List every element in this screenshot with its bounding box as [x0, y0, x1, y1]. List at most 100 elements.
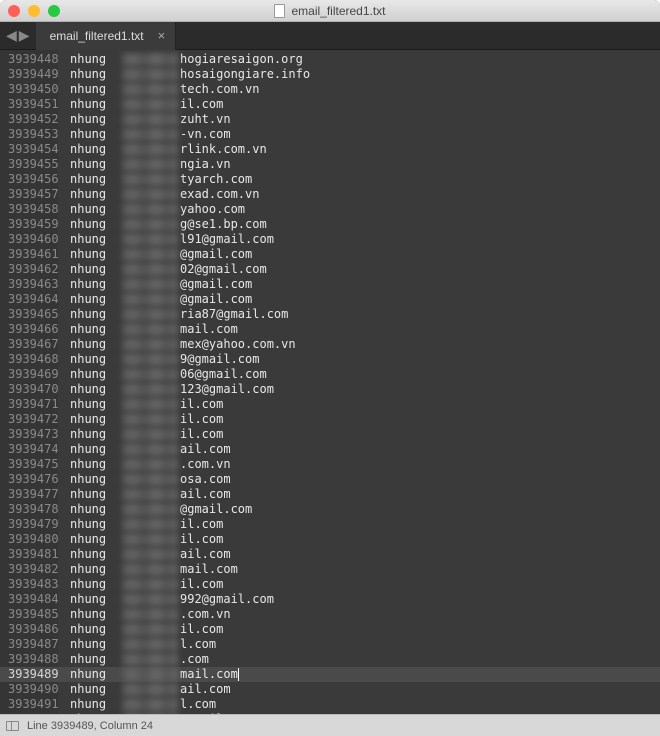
line-col3: .com.vn [178, 457, 231, 472]
line-number: 3939484 [0, 592, 58, 607]
line-number: 3939460 [0, 232, 58, 247]
redacted-segment [122, 653, 178, 666]
line-number: 3939448 [0, 52, 58, 67]
editor-line[interactable]: 3939450nhungtech.com.vn [0, 82, 660, 97]
editor-line[interactable]: 3939476nhungosa.com [0, 472, 660, 487]
editor-line[interactable]: 3939475nhung.com.vn [0, 457, 660, 472]
nav-back-icon[interactable]: ◀ [6, 27, 17, 44]
editor-line[interactable]: 3939455nhungngia.vn [0, 157, 660, 172]
editor-line[interactable]: 3939468nhung9@gmail.com [0, 352, 660, 367]
line-number: 3939468 [0, 352, 58, 367]
editor-lines[interactable]: 3939448nhunghogiaresaigon.org3939449nhun… [0, 50, 660, 714]
editor-line[interactable]: 3939491nhungl.com [0, 697, 660, 712]
line-number: 3939482 [0, 562, 58, 577]
editor-line[interactable]: 3939452nhungzuht.vn [0, 112, 660, 127]
editor-line[interactable]: 3939466nhungmail.com [0, 322, 660, 337]
editor-line[interactable]: 3939472nhungil.com [0, 412, 660, 427]
editor-line[interactable]: 3939469nhung06@gmail.com [0, 367, 660, 382]
editor-line[interactable]: 3939449nhunghosaigongiare.info [0, 67, 660, 82]
line-col3: .com.vn [178, 607, 231, 622]
redacted-segment [122, 158, 178, 171]
editor-line[interactable]: 3939485nhung.com.vn [0, 607, 660, 622]
editor-line[interactable]: 3939492nhung@gmail.com [0, 712, 660, 714]
editor-line[interactable]: 3939479nhungil.com [0, 517, 660, 532]
editor-line[interactable]: 3939471nhungil.com [0, 397, 660, 412]
line-number: 3939461 [0, 247, 58, 262]
editor-line[interactable]: 3939480nhungil.com [0, 532, 660, 547]
line-number: 3939463 [0, 277, 58, 292]
status-bar[interactable]: Line 3939489, Column 24 [0, 714, 660, 736]
editor-line[interactable]: 3939487nhungl.com [0, 637, 660, 652]
line-col1: nhung [58, 307, 122, 322]
redacted-segment [122, 473, 178, 486]
line-col1: nhung [58, 262, 122, 277]
editor-line[interactable]: 3939460nhungl91@gmail.com [0, 232, 660, 247]
line-col1: nhung [58, 82, 122, 97]
redacted-segment [122, 173, 178, 186]
line-col3: mail.com [178, 322, 238, 337]
line-number: 3939457 [0, 187, 58, 202]
line-number: 3939476 [0, 472, 58, 487]
editor-line[interactable]: 3939490nhungail.com [0, 682, 660, 697]
editor-window: email_filtered1.txt ◀ ▶ email_filtered1.… [0, 0, 660, 736]
line-number: 3939479 [0, 517, 58, 532]
editor-line[interactable]: 3939486nhungil.com [0, 622, 660, 637]
editor-line[interactable]: 3939462nhung02@gmail.com [0, 262, 660, 277]
line-col3: ail.com [178, 682, 231, 697]
line-col3: il.com [178, 412, 223, 427]
editor-line[interactable]: 3939458nhungyahoo.com [0, 202, 660, 217]
document-icon [274, 4, 285, 18]
editor-line[interactable]: 3939453nhung-vn.com [0, 127, 660, 142]
editor-line[interactable]: 3939459nhungg@se1.bp.com [0, 217, 660, 232]
editor-line[interactable]: 3939488nhung.com [0, 652, 660, 667]
line-number: 3939466 [0, 322, 58, 337]
redacted-segment [122, 143, 178, 156]
editor-line[interactable]: 3939482nhungmail.com [0, 562, 660, 577]
line-col1: nhung [58, 112, 122, 127]
editor-line[interactable]: 3939481nhungail.com [0, 547, 660, 562]
editor-line[interactable]: 3939483nhungil.com [0, 577, 660, 592]
editor-line[interactable]: 3939465nhungria87@gmail.com [0, 307, 660, 322]
tab-active[interactable]: email_filtered1.txt × [36, 22, 177, 50]
line-col3: ail.com [178, 487, 231, 502]
editor-line[interactable]: 3939478nhung@gmail.com [0, 502, 660, 517]
editor-line[interactable]: 3939484nhung992@gmail.com [0, 592, 660, 607]
editor-line[interactable]: 3939454nhungrlink.com.vn [0, 142, 660, 157]
editor-line[interactable]: 3939463nhung @gmail.com [0, 277, 660, 292]
editor-line[interactable]: 3939456nhungtyarch.com [0, 172, 660, 187]
editor-line[interactable]: 3939470nhung123@gmail.com [0, 382, 660, 397]
redacted-segment [122, 248, 178, 261]
editor-line[interactable]: 3939474nhungail.com [0, 442, 660, 457]
redacted-segment [122, 293, 178, 306]
editor-line[interactable]: 3939477nhungail.com [0, 487, 660, 502]
line-col1: nhung [58, 172, 122, 187]
redacted-segment [122, 323, 178, 336]
redacted-segment [122, 593, 178, 606]
nav-forward-icon[interactable]: ▶ [19, 27, 30, 44]
editor-line[interactable]: 3939451nhungil.com [0, 97, 660, 112]
line-number: 3939474 [0, 442, 58, 457]
line-number: 3939491 [0, 697, 58, 712]
editor-line[interactable]: 3939464nhung@gmail.com [0, 292, 660, 307]
line-col3: ngia.vn [178, 157, 231, 172]
panel-icon[interactable] [6, 721, 19, 731]
titlebar[interactable]: email_filtered1.txt [0, 0, 660, 22]
line-col1: nhung [58, 487, 122, 502]
line-col1: nhung [58, 622, 122, 637]
redacted-segment [122, 398, 178, 411]
tab-close-icon[interactable]: × [158, 28, 166, 43]
line-col1: nhung [58, 472, 122, 487]
editor-line[interactable]: 3939489nhungmail.com [0, 667, 660, 682]
line-number: 3939458 [0, 202, 58, 217]
line-col1: nhung [58, 277, 122, 292]
editor-line[interactable]: 3939457nhungexad.com.vn [0, 187, 660, 202]
line-number: 3939483 [0, 577, 58, 592]
redacted-segment [122, 443, 178, 456]
editor-line[interactable]: 3939461nhung@gmail.com [0, 247, 660, 262]
editor-line[interactable]: 3939473nhungil.com [0, 427, 660, 442]
editor-line[interactable]: 3939467nhungmex@yahoo.com.vn [0, 337, 660, 352]
line-col3: @gmail.com [178, 277, 252, 292]
editor-line[interactable]: 3939448nhunghogiaresaigon.org [0, 52, 660, 67]
line-col1: nhung [58, 232, 122, 247]
editor-area[interactable]: 3939448nhunghogiaresaigon.org3939449nhun… [0, 50, 660, 714]
